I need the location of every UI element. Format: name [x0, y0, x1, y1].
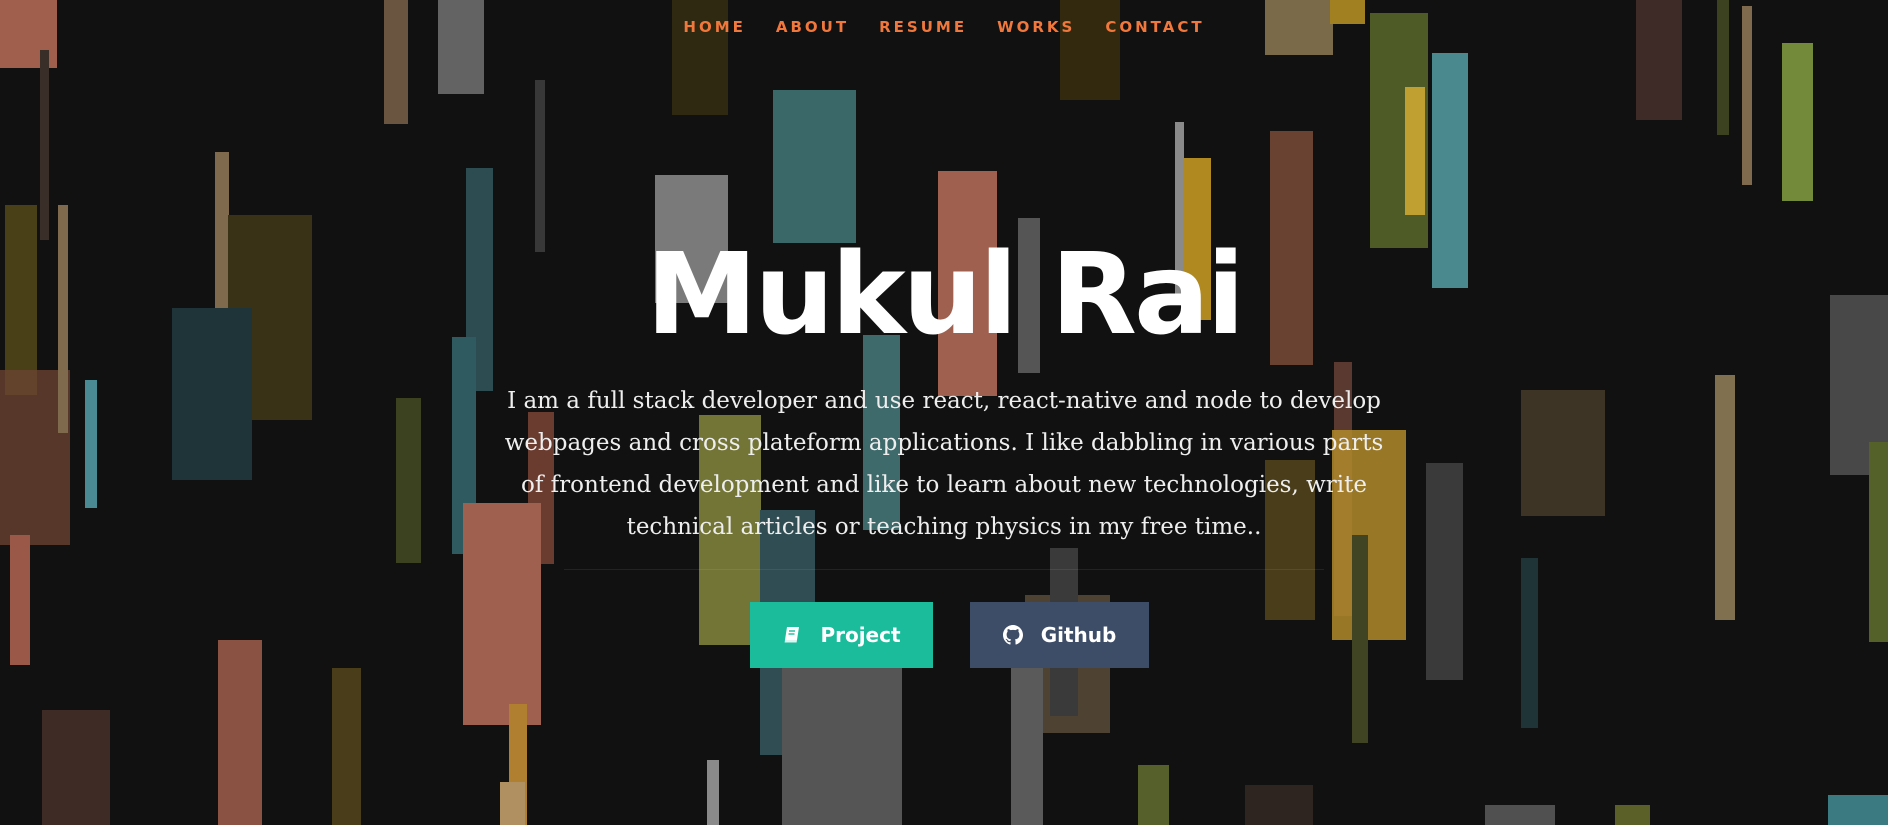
github-button[interactable]: Github	[970, 602, 1149, 668]
hero-divider	[564, 569, 1324, 570]
page: HOME ABOUT RESUME WORKS CONTACT Mukul Ra…	[0, 0, 1888, 825]
github-icon	[1002, 625, 1023, 645]
hero-title: Mukul Rai	[646, 230, 1245, 360]
hero-section: Mukul Rai I am a full stack developer an…	[0, 0, 1888, 825]
project-button-label: Project	[820, 623, 901, 647]
project-button[interactable]: Project	[750, 602, 933, 668]
book-icon	[782, 625, 802, 645]
github-button-label: Github	[1040, 623, 1117, 647]
hero-description: I am a full stack developer and use reac…	[504, 388, 1384, 540]
